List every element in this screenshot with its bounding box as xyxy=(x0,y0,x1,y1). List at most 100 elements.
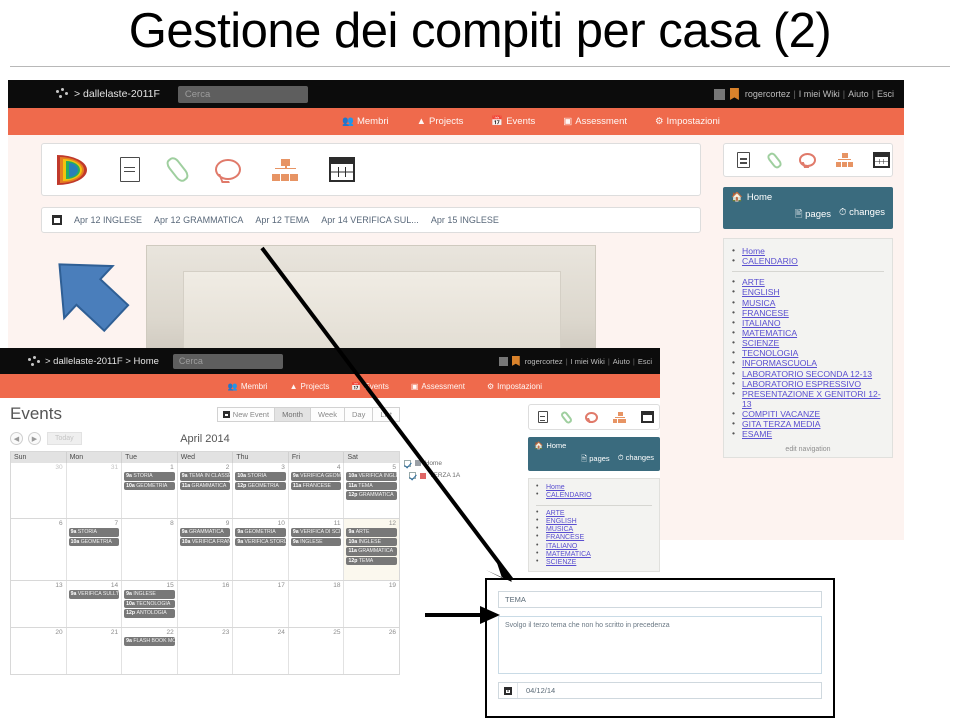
page-icon[interactable] xyxy=(538,411,548,423)
my-wikis-link[interactable]: I miei Wiki xyxy=(799,89,840,99)
sidebar-item-musica[interactable]: MUSICA xyxy=(534,525,654,534)
calendar-event[interactable]: 10a VERIFICA FRANCESE xyxy=(179,537,231,546)
calendar-day-cell[interactable]: 1 9a STORIA 10a GEOMETRIA xyxy=(122,463,178,518)
nav-item-membri[interactable]: 👥 Membri xyxy=(228,382,268,391)
calendar-day-cell[interactable]: 8 xyxy=(122,519,178,580)
calendar-event[interactable]: 12p GEOMETRIA xyxy=(235,481,286,490)
edit-navigation-link[interactable]: edit navigation xyxy=(730,446,886,453)
calendar-icon[interactable] xyxy=(641,411,654,423)
calendar-day-cell[interactable]: 19 xyxy=(344,581,400,627)
sidebar-item-arte[interactable]: ARTE xyxy=(730,276,886,287)
logout-link[interactable]: Esci xyxy=(877,89,894,99)
calendar-event[interactable]: 10a STORIA xyxy=(235,472,286,481)
sidebar-item-arte[interactable]: ARTE xyxy=(534,508,654,518)
calendar-event[interactable]: 11a GRAMMATICA xyxy=(179,481,231,490)
event-tab[interactable]: Apr 15 INGLESE xyxy=(431,215,499,225)
username-label[interactable]: rogercortez xyxy=(525,357,563,366)
calendar-event[interactable]: 11a GRAMMATICA xyxy=(346,547,398,556)
calendar-event[interactable]: 11a TEMA xyxy=(346,481,398,490)
sidebar-item-home[interactable]: Home xyxy=(730,245,886,256)
calendar-day-cell[interactable]: 15 9a INGLESE 10a TECNOLOGIA 12p ANTOLOGIA xyxy=(122,581,178,627)
calendar-day-cell[interactable]: 24 xyxy=(233,628,289,674)
calendar-day-cell[interactable]: 3 10a STORIA 12p GEOMETRIA xyxy=(233,463,289,518)
search-input[interactable]: Cerca xyxy=(172,353,283,369)
sidebar-item-english[interactable]: ENGLISH xyxy=(730,286,886,297)
calendar-event[interactable]: 9a STORIA xyxy=(68,528,120,537)
breadcrumb[interactable]: > dallelaste-2011F > Home xyxy=(45,356,159,367)
calendar-day-cell[interactable]: 229a FLASH BOOK MODE xyxy=(122,628,178,674)
search-input[interactable]: Cerca xyxy=(177,85,308,103)
sidebar-pages-button[interactable]: 🖹 pages xyxy=(581,453,610,466)
calendar-event[interactable]: 11a FRANCESE xyxy=(290,481,342,490)
paperclip-icon[interactable] xyxy=(164,154,191,185)
calendar-day-cell[interactable]: 12 9a ARTE 10a INGLESE 11a GRAMMATICA 12p TE… xyxy=(344,519,400,580)
sidebar-item-calendario[interactable]: CALENDARIO xyxy=(730,255,886,266)
event-title-field[interactable]: TEMA xyxy=(498,591,822,608)
my-wikis-link[interactable]: I miei Wiki xyxy=(571,357,605,366)
nav-item-membri[interactable]: 👥 Membri xyxy=(342,116,389,127)
sidebar-item-musica[interactable]: MUSICA xyxy=(730,297,886,308)
calendar-event[interactable]: 9a INGLESE xyxy=(124,590,175,599)
help-link[interactable]: Aiuto xyxy=(848,89,869,99)
view-month-button[interactable]: Month xyxy=(275,406,311,422)
calendar-day-cell[interactable]: 21 xyxy=(66,628,123,674)
sidebar-item-matematica[interactable]: MATEMATICA xyxy=(534,550,654,559)
comment-icon[interactable] xyxy=(585,411,598,423)
sidebar-home-label[interactable]: Home xyxy=(747,192,772,203)
nav-item-events[interactable]: 📅 Events xyxy=(491,116,535,127)
nav-item-impostazioni[interactable]: ⚙ Impostazioni xyxy=(487,382,542,391)
calendar-event[interactable]: 9a VERIFICA GEOMETRIA xyxy=(290,472,342,481)
calendar-event[interactable]: 9a VERIFICA DI SCIENZE xyxy=(290,528,342,537)
calendar-day-cell[interactable]: 13 xyxy=(11,581,67,627)
calendar-day-cell[interactable]: 16 xyxy=(177,581,234,627)
calendar-event[interactable]: 9a VERIFICA STORIA xyxy=(235,537,286,546)
calendar-event[interactable]: 9a GRAMMATICA xyxy=(179,528,231,537)
event-tab[interactable]: Apr 14 VERIFICA SUL... xyxy=(321,215,419,225)
calendar-day-cell[interactable]: 119a VERIFICA DI SCIENZE9a INGLESE xyxy=(288,519,345,580)
calendar-day-cell[interactable]: 18 xyxy=(288,581,345,627)
calendar-day-cell[interactable]: 149a VERIFICA SULL'IVA xyxy=(66,581,123,627)
nav-item-impostazioni[interactable]: ⚙ Impostazioni xyxy=(655,116,720,127)
event-tab[interactable]: Apr 12 TEMA xyxy=(255,215,309,225)
calendar-icon[interactable] xyxy=(873,152,890,168)
calendar-event[interactable]: 9a TEMA IN CLASSE xyxy=(179,472,231,481)
help-link[interactable]: Aiuto xyxy=(613,357,630,366)
calendar-event[interactable]: 9a FLASH BOOK MODE xyxy=(124,637,175,646)
filter-checkbox[interactable] xyxy=(409,472,416,480)
calendar-event[interactable]: 9a STORIA xyxy=(124,472,175,481)
calendar-event[interactable]: 10a INGLESE xyxy=(346,537,398,546)
notifications-icon[interactable] xyxy=(713,88,725,100)
sitemap-icon[interactable] xyxy=(272,158,298,181)
sitemap-icon[interactable] xyxy=(613,411,626,423)
nav-item-projects[interactable]: ▲ Projects xyxy=(290,382,330,391)
view-list-button[interactable]: List xyxy=(373,406,400,422)
logout-link[interactable]: Esci xyxy=(638,357,652,366)
sidebar-item-matematica[interactable]: MATEMATICA xyxy=(730,327,886,338)
sidebar-item-italiano[interactable]: ITALIANO xyxy=(730,317,886,328)
username-label[interactable]: rogercortez xyxy=(745,89,791,99)
notifications-icon[interactable] xyxy=(498,356,508,366)
paperclip-icon[interactable] xyxy=(765,150,784,170)
event-tab[interactable]: Apr 12 GRAMMATICA xyxy=(154,215,243,225)
sidebar-item-calendario[interactable]: CALENDARIO xyxy=(534,491,654,500)
calendar-day-cell[interactable]: 49a VERIFICA GEOMETRIA11a FRANCESE xyxy=(288,463,345,518)
calendar-event[interactable]: 9a GEOMETRIA xyxy=(235,528,286,537)
sidebar-item-laboratorio-seconda[interactable]: LABORATORIO SECONDA 12-13 xyxy=(730,368,886,379)
nav-item-assessment[interactable]: ▣ Assessment xyxy=(563,116,627,127)
calendar-day-cell[interactable]: 7 9a STORIA 10a GEOMETRIA xyxy=(66,519,123,580)
calendar-day-cell[interactable]: 31 xyxy=(66,463,123,518)
view-day-button[interactable]: Day xyxy=(344,406,374,422)
calendar-event[interactable]: 9a INGLESE xyxy=(290,537,342,546)
sidebar-item-francese[interactable]: FRANCESE xyxy=(534,533,654,542)
filter-row[interactable]: Home xyxy=(404,458,460,470)
sidebar-item-tecnologia[interactable]: TECNOLOGIA xyxy=(730,347,886,358)
nav-item-projects[interactable]: ▲ Projects xyxy=(417,116,464,127)
calendar-event[interactable]: 9a VERIFICA SULL'IVA xyxy=(68,590,120,599)
calendar-day-cell[interactable]: 20 xyxy=(11,628,67,674)
paperclip-icon[interactable] xyxy=(559,409,574,425)
sidebar-item-francese[interactable]: FRANCESE xyxy=(730,307,886,318)
sidebar-changes-button[interactable]: ⏱ changes xyxy=(839,207,885,223)
nav-item-assessment[interactable]: ▣ Assessment xyxy=(411,382,465,391)
sidebar-item-scienze[interactable]: SCIENZE xyxy=(534,558,654,567)
sitemap-icon[interactable] xyxy=(836,153,853,167)
